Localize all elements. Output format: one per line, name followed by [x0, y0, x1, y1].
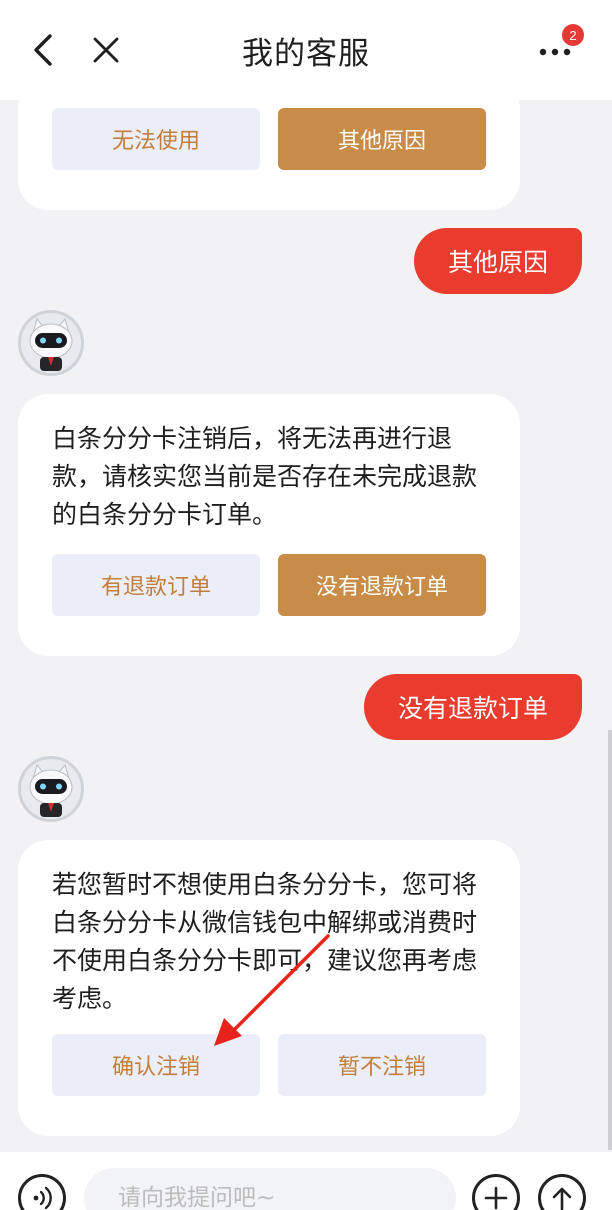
input-bar [0, 1152, 612, 1210]
robot-avatar-icon [29, 763, 73, 817]
send-button[interactable] [538, 1174, 586, 1210]
option-button-unusable[interactable]: 无法使用 [52, 108, 260, 170]
scrollbar[interactable] [608, 730, 612, 1150]
option-button-has-refund[interactable]: 有退款订单 [52, 554, 260, 616]
bot-avatar [18, 310, 84, 376]
user-message-bubble: 其他原因 [413, 228, 582, 294]
plus-icon [484, 1186, 508, 1210]
voice-icon [33, 1186, 52, 1210]
page-title: 我的客服 [242, 35, 370, 72]
close-button[interactable] [84, 28, 128, 72]
add-button[interactable] [472, 1174, 520, 1210]
header-bar: 我的客服 2 [0, 0, 612, 100]
question-input[interactable] [84, 1168, 456, 1210]
user-message-bubble: 没有退款订单 [363, 674, 582, 740]
bot-message-card: 白条分分卡注销后，将无法再进行退款，请核实您当前是否存在未完成退款的白条分分卡订… [18, 394, 520, 656]
bot-avatar [18, 756, 84, 822]
bot-message-card: 无法使用 其他原因 [18, 100, 520, 210]
option-button-no-refund[interactable]: 没有退款订单 [278, 554, 486, 616]
back-button[interactable] [22, 28, 66, 72]
more-button[interactable]: 2 [532, 24, 584, 72]
voice-button[interactable] [18, 1174, 66, 1210]
close-icon [93, 37, 119, 63]
bot-message-text: 白条分分卡注销后，将无法再进行退款，请核实您当前是否存在未完成退款的白条分分卡订… [52, 424, 478, 529]
chat-area[interactable]: 无法使用 其他原因 其他原因 白条分分卡注销后，将无法再进行退款，请核实您当前是… [0, 100, 612, 1152]
robot-avatar-icon [29, 317, 73, 371]
chevron-left-icon [34, 34, 52, 66]
arrow-up-icon [552, 1187, 572, 1210]
option-button-other-reason[interactable]: 其他原因 [278, 108, 486, 170]
annotation-arrow [214, 934, 330, 1046]
notification-badge: 2 [562, 24, 584, 46]
